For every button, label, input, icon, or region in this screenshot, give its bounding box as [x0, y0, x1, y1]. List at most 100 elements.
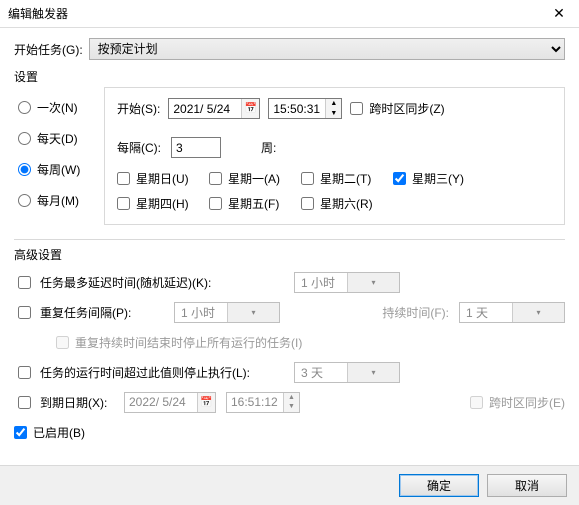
content: 开始任务(G): 按预定计划 设置 一次(N) 每天(D) 每周(W) 每月(M…: [0, 28, 579, 455]
freq-once-label: 一次(N): [37, 99, 78, 116]
frequency-column: 一次(N) 每天(D) 每周(W) 每月(M): [14, 87, 90, 209]
adv-stop-after-label: 任务的运行时间超过此值则停止执行(L):: [40, 364, 250, 381]
footer: 确定 取消: [0, 465, 579, 505]
tz-sync-checkbox[interactable]: [350, 102, 363, 115]
dropdown-icon: ▾: [227, 303, 279, 322]
adv-random-delay-checkbox[interactable]: [18, 276, 31, 289]
day-mon-label: 星期一(A): [228, 170, 280, 187]
advanced-label: 高级设置: [14, 246, 565, 263]
adv-enabled-checkbox[interactable]: [14, 426, 27, 439]
tz-sync-label: 跨时区同步(Z): [369, 100, 444, 117]
adv-random-delay-value: 1 小时: [295, 274, 347, 291]
cancel-button[interactable]: 取消: [487, 474, 567, 497]
adv-expire-date-input: [125, 393, 197, 412]
adv-enabled-row: 已启用(B): [14, 421, 565, 443]
adv-random-delay-row: 任务最多延迟时间(随机延迟)(K): 1 小时 ▾: [14, 271, 565, 293]
start-date-field[interactable]: 📅: [168, 98, 260, 119]
day-sun[interactable]: 星期日(U): [117, 170, 195, 187]
day-fri-checkbox[interactable]: [209, 197, 222, 210]
freq-monthly-label: 每月(M): [37, 192, 79, 209]
day-thu[interactable]: 星期四(H): [117, 195, 195, 212]
day-tue[interactable]: 星期二(T): [301, 170, 379, 187]
start-date-input[interactable]: [169, 99, 241, 118]
day-mon-checkbox[interactable]: [209, 172, 222, 185]
adv-expire[interactable]: 到期日期(X):: [14, 393, 114, 412]
day-fri[interactable]: 星期五(F): [209, 195, 287, 212]
adv-expire-tz-checkbox: [470, 396, 483, 409]
day-tue-label: 星期二(T): [320, 170, 371, 187]
freq-once-radio[interactable]: [18, 101, 31, 114]
freq-daily-label: 每天(D): [37, 130, 78, 147]
adv-expire-row: 到期日期(X): 📅 ▲ ▼ 跨时区同步(E): [14, 391, 565, 413]
adv-expire-date-field[interactable]: 📅: [124, 392, 216, 413]
start-time-field[interactable]: ▲ ▼: [268, 98, 342, 119]
day-sat-checkbox[interactable]: [301, 197, 314, 210]
recur-every-input[interactable]: [171, 137, 221, 158]
day-sun-checkbox[interactable]: [117, 172, 130, 185]
begin-label: 开始任务(G):: [14, 41, 83, 58]
settings-area: 一次(N) 每天(D) 每周(W) 每月(M) 开始(S): 📅: [14, 87, 565, 225]
day-fri-label: 星期五(F): [228, 195, 279, 212]
adv-expire-checkbox[interactable]: [18, 396, 31, 409]
adv-repeat-row: 重复任务间隔(P): 1 小时 ▾ 持续时间(F): 1 天 ▾: [14, 301, 565, 323]
adv-repeat-combo[interactable]: 1 小时 ▾: [174, 302, 280, 323]
adv-expire-time-input: [227, 393, 283, 412]
adv-random-delay-combo[interactable]: 1 小时 ▾: [294, 272, 400, 293]
adv-repeat-duration-combo[interactable]: 1 天 ▾: [459, 302, 565, 323]
day-sat-label: 星期六(R): [320, 195, 373, 212]
day-sat[interactable]: 星期六(R): [301, 195, 379, 212]
dropdown-icon: ▾: [512, 303, 564, 322]
freq-weekly-label: 每周(W): [37, 161, 80, 178]
settings-label: 设置: [14, 68, 565, 85]
adv-enabled-label: 已启用(B): [33, 424, 85, 441]
day-tue-checkbox[interactable]: [301, 172, 314, 185]
day-wed[interactable]: 星期三(Y): [393, 170, 471, 187]
calendar-icon[interactable]: 📅: [241, 99, 259, 118]
freq-daily[interactable]: 每天(D): [18, 130, 86, 147]
dropdown-icon: ▾: [347, 363, 399, 382]
schedule-box: 开始(S): 📅 ▲ ▼ 跨时区同步(Z) 每: [104, 87, 565, 225]
day-wed-checkbox[interactable]: [393, 172, 406, 185]
begin-task-select[interactable]: 按预定计划: [89, 38, 565, 60]
adv-expire-tz-label: 跨时区同步(E): [489, 394, 565, 411]
adv-repeat[interactable]: 重复任务间隔(P):: [14, 303, 164, 322]
adv-random-delay[interactable]: 任务最多延迟时间(随机延迟)(K):: [14, 273, 284, 292]
adv-stop-after-value: 3 天: [295, 364, 347, 381]
ok-button[interactable]: 确定: [399, 474, 479, 497]
adv-random-delay-label: 任务最多延迟时间(随机延迟)(K):: [40, 274, 211, 291]
adv-expire-time-field[interactable]: ▲ ▼: [226, 392, 300, 413]
freq-monthly[interactable]: 每月(M): [18, 192, 86, 209]
adv-expire-tz: 跨时区同步(E): [470, 394, 565, 411]
time-spinner[interactable]: ▲ ▼: [325, 99, 341, 118]
separator: [14, 239, 565, 240]
spin-up-icon: ▲: [284, 393, 299, 403]
start-row: 开始(S): 📅 ▲ ▼ 跨时区同步(Z): [117, 98, 552, 119]
freq-daily-radio[interactable]: [18, 132, 31, 145]
calendar-icon: 📅: [197, 393, 215, 412]
time-spinner: ▲ ▼: [283, 393, 299, 412]
days-grid: 星期日(U) 星期一(A) 星期二(T) 星期三(Y) 星期四(H): [117, 170, 552, 212]
day-thu-checkbox[interactable]: [117, 197, 130, 210]
titlebar: 编辑触发器 ✕: [0, 0, 579, 28]
freq-weekly[interactable]: 每周(W): [18, 161, 86, 178]
adv-stop-after-combo[interactable]: 3 天 ▾: [294, 362, 400, 383]
freq-weekly-radio[interactable]: [18, 163, 31, 176]
adv-stop-after[interactable]: 任务的运行时间超过此值则停止执行(L):: [14, 363, 284, 382]
spin-down-icon[interactable]: ▼: [326, 109, 341, 119]
begin-row: 开始任务(G): 按预定计划: [14, 38, 565, 60]
close-button[interactable]: ✕: [539, 0, 579, 28]
freq-monthly-radio[interactable]: [18, 194, 31, 207]
day-sun-label: 星期日(U): [136, 170, 189, 187]
tz-sync[interactable]: 跨时区同步(Z): [350, 100, 444, 117]
dropdown-icon: ▾: [347, 273, 399, 292]
freq-once[interactable]: 一次(N): [18, 99, 86, 116]
start-time-input[interactable]: [269, 99, 325, 118]
day-mon[interactable]: 星期一(A): [209, 170, 287, 187]
adv-repeat-checkbox[interactable]: [18, 306, 31, 319]
spin-up-icon[interactable]: ▲: [326, 99, 341, 109]
adv-stop-after-checkbox[interactable]: [18, 366, 31, 379]
recur-every-label: 每隔(C):: [117, 139, 161, 156]
adv-enabled[interactable]: 已启用(B): [14, 424, 85, 441]
day-wed-label: 星期三(Y): [412, 170, 464, 187]
close-icon: ✕: [553, 5, 565, 22]
